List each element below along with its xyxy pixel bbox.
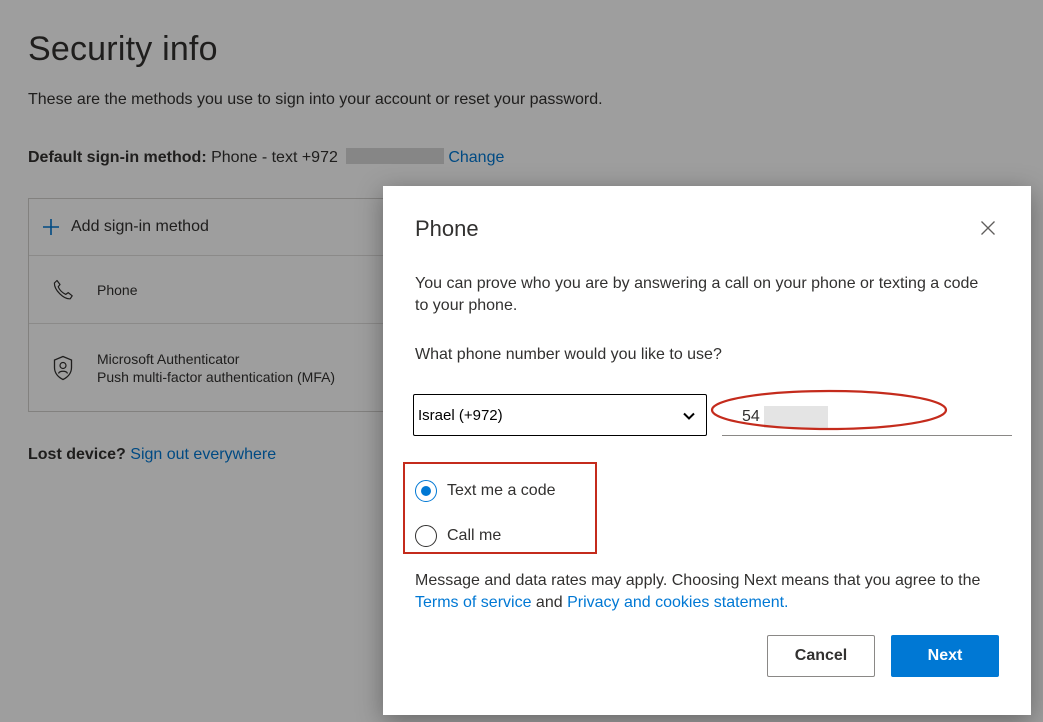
radio-label: Text me a code [447, 482, 556, 499]
phone-number-input[interactable]: 54 [722, 398, 1012, 436]
country-code-select[interactable]: Israel (+972) [413, 394, 707, 436]
redacted-digits [763, 405, 828, 428]
radio-button-checked[interactable] [415, 480, 437, 502]
close-icon[interactable] [976, 216, 1000, 240]
next-button[interactable]: Next [891, 635, 999, 677]
phone-dialog: Phone You can prove who you are by answe… [383, 186, 1031, 715]
dialog-title: Phone [415, 216, 479, 241]
phone-number-question: What phone number would you like to use? [415, 346, 722, 363]
dialog-intro: You can prove who you are by answering a… [415, 275, 979, 314]
terms-notice: Message and data rates may apply. Choosi… [415, 570, 1005, 614]
terms-prefix: Message and data rates may apply. Choosi… [415, 572, 981, 589]
phone-number-value: 54 [742, 407, 760, 425]
terms-of-service-link[interactable]: Terms of service [415, 594, 531, 611]
radio-text-me-a-code[interactable]: Text me a code [415, 480, 556, 502]
cancel-button[interactable]: Cancel [767, 635, 875, 677]
country-code-value: Israel (+972) [418, 406, 503, 424]
radio-button[interactable] [415, 525, 437, 547]
radio-label: Call me [447, 527, 502, 544]
terms-middle: and [531, 594, 568, 611]
radio-call-me[interactable]: Call me [415, 525, 501, 547]
privacy-statement-link[interactable]: Privacy and cookies statement. [567, 594, 788, 611]
chevron-down-icon [682, 409, 696, 423]
